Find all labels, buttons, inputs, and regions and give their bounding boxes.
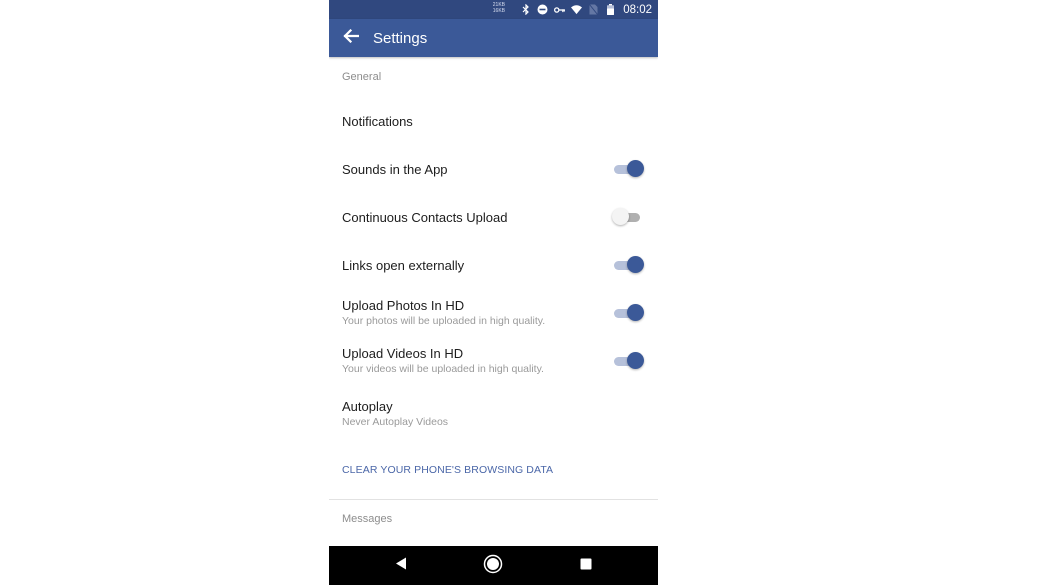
toggle-thumb [612,208,629,225]
battery-icon [605,4,616,15]
toggle-thumb [627,160,644,177]
setting-title: Upload Photos In HD [342,298,465,313]
net-speed-down: 16KB [492,8,505,14]
setting-title: Upload Videos In HD [342,346,464,361]
clock: 08:02 [623,3,652,16]
photos-hd-toggle[interactable] [612,304,644,322]
setting-continuous-contacts-upload[interactable]: Continuous Contacts Upload [329,193,658,241]
vpn-key-icon [554,4,566,15]
bluetooth-icon [520,4,531,15]
clear-browsing-data-button[interactable]: CLEAR YOUR PHONE'S BROWSING DATA [342,464,553,476]
section-header-messages: Messages [342,513,393,525]
app-bar: Settings [329,19,658,57]
setting-upload-videos-hd[interactable]: Upload Videos In HD Your videos will be … [329,337,658,385]
setting-title: Continuous Contacts Upload [342,210,508,225]
back-button[interactable] [342,28,360,48]
arrow-left-icon [343,28,360,48]
network-speed: 21KB 16KB [487,2,505,14]
links-external-toggle[interactable] [612,256,644,274]
setting-title: Sounds in the App [342,162,448,177]
toggle-thumb [627,304,644,321]
sounds-toggle[interactable] [612,160,644,178]
setting-title: Links open externally [342,258,465,273]
status-bar: 21KB 16KB 08:02 [329,0,658,19]
nav-back-icon [395,557,407,575]
setting-title: Notifications [342,114,413,129]
setting-notifications[interactable]: Notifications [329,97,658,145]
setting-subtitle: Never Autoplay Videos [342,416,449,428]
videos-hd-toggle[interactable] [612,352,644,370]
page-title: Settings [373,30,428,47]
setting-upload-photos-hd[interactable]: Upload Photos In HD Your photos will be … [329,289,658,337]
setting-subtitle: Your photos will be uploaded in high qua… [342,315,546,327]
no-sim-icon [588,4,599,15]
wifi-icon [571,4,583,15]
nav-back-button[interactable] [390,555,412,577]
setting-autoplay[interactable]: Autoplay Never Autoplay Videos [329,390,658,438]
setting-links-open-externally[interactable]: Links open externally [329,241,658,289]
setting-sounds-in-app[interactable]: Sounds in the App [329,145,658,193]
section-divider [329,499,658,500]
section-header-general: General [342,71,382,83]
setting-title: Autoplay [342,399,393,414]
nav-home-button[interactable] [482,554,504,579]
toggle-thumb [627,352,644,369]
nav-recents-icon [580,557,592,575]
do-not-disturb-icon [537,4,548,15]
phone-screen: 21KB 16KB 08:02 Settings General Notific… [329,0,658,585]
navigation-bar [329,546,658,585]
nav-recents-button[interactable] [575,555,597,577]
contacts-upload-toggle[interactable] [612,208,644,226]
setting-subtitle: Your videos will be uploaded in high qua… [342,363,544,375]
nav-home-icon [483,554,503,579]
toggle-thumb [627,256,644,273]
